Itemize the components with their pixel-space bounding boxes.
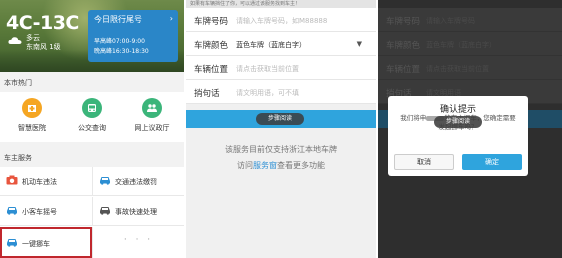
car-icon <box>7 239 17 247</box>
car-icon <box>100 177 110 185</box>
screenshot-collage: 4C-13C 多云 东南风 1级 今日限行尾号 › 早高峰07:00-9:00 … <box>0 0 562 258</box>
service-move-car[interactable]: 一键挪车 <box>0 227 92 258</box>
field-label: 车牌颜色 <box>386 41 421 51</box>
caret-down-icon: ▼ <box>356 40 362 48</box>
plate-limit-evening: 晚高峰16:30-18:30 <box>94 48 149 55</box>
owner-services-grid: 机动车违法 交通违法缴罚 小客车摇号 事故快速处理 一键挪车 · · · <box>0 167 184 258</box>
service-label: 交通违法缴罚 <box>115 178 157 186</box>
plate-limit-card[interactable]: 今日限行尾号 › 早高峰07:00-9:00 晚高峰16:30-18:30 <box>88 10 178 62</box>
dimmed-row: 车牌颜色 蓝色车牌（蓝底白字） <box>378 32 562 56</box>
service-car-lottery[interactable]: 小客车摇号 <box>0 197 92 226</box>
people-icon <box>142 98 162 118</box>
field-label: 车牌颜色 <box>194 41 229 51</box>
service-label: 小客车摇号 <box>22 208 57 216</box>
location-row[interactable]: 车辆位置 请点击获取当前位置 <box>186 56 376 80</box>
camera-icon <box>6 175 18 185</box>
move-car-form-screen: 如果有车辆挡住了你，可以通过该服务找到车主！ 车牌号码 请输入车牌号码，如M88… <box>186 0 376 258</box>
confirm-dialog-screen: 车牌号码 请输入车牌号码 车牌颜色 蓝色车牌（蓝底白字） 车辆位置 请点击获取当… <box>378 0 562 258</box>
move-car-form: 车牌号码 请输入车牌号码，如M88888 车牌颜色 蓝色车牌（蓝底白字） ▼ 车… <box>186 8 376 104</box>
field-label: 车辆位置 <box>194 65 229 75</box>
service-label: 一键挪车 <box>22 240 50 248</box>
plate-number-row[interactable]: 车牌号码 请输入车牌号码，如M88888 <box>186 8 376 32</box>
service-accident[interactable]: 事故快速处理 <box>92 197 184 226</box>
weather-condition: 多云 <box>26 34 40 42</box>
service-pay-fine[interactable]: 交通违法缴罚 <box>92 167 184 196</box>
cloud-icon <box>8 37 22 44</box>
weather-detail: 东南风 1级 <box>26 43 61 51</box>
dimmed-form: 车牌号码 请输入车牌号码 车牌颜色 蓝色车牌（蓝底白字） 车辆位置 请点击获取当… <box>378 8 562 104</box>
step-read-toast: 步骤阅读 <box>434 116 482 128</box>
visit-suffix: 查看更多功能 <box>277 161 325 170</box>
dimmed-row: 车辆位置 请点击获取当前位置 <box>378 56 562 80</box>
plate-color-row[interactable]: 车牌颜色 蓝色车牌（蓝底白字） ▼ <box>186 32 376 56</box>
hot-item-label: 智慧医院 <box>18 124 46 132</box>
dimmed-row: 车牌号码 请输入车牌号码 <box>378 8 562 32</box>
cancel-button[interactable]: 取消 <box>394 154 454 170</box>
chevron-right-icon: › <box>169 14 173 23</box>
temperature: 4C-13C <box>6 12 79 34</box>
hot-services-row: 智慧医院 公交查询 网上议政厅 <box>0 92 184 142</box>
service-note: 该服务目前仅支持浙江本地车牌 <box>225 145 337 154</box>
message-input[interactable]: 请文明用语，可不填 <box>236 88 299 98</box>
confirm-dialog: 确认提示 我们将申的车主挪车，您确定需要发起挪车吗？ 步骤阅读 取消 确定 <box>388 96 528 176</box>
service-vehicle-violation[interactable]: 机动车违法 <box>0 167 92 196</box>
location-input[interactable]: 请点击获取当前位置 <box>236 64 299 74</box>
service-label: 事故快速处理 <box>115 208 157 216</box>
step-read-toast: 步骤阅读 <box>256 113 304 125</box>
hospital-icon <box>22 98 42 118</box>
submit-button[interactable]: 步骤阅读 <box>186 110 376 128</box>
hot-item-label: 公交查询 <box>78 124 106 132</box>
confirm-button[interactable]: 确定 <box>462 154 522 170</box>
visit-prefix: 访问 <box>237 161 253 170</box>
service-window-link[interactable]: 服务窗 <box>253 161 277 170</box>
field-value: 请点击获取当前位置 <box>426 65 489 73</box>
plate-limit-title: 今日限行尾号 <box>94 15 142 24</box>
service-more[interactable]: · · · <box>92 227 184 258</box>
field-label: 车牌号码 <box>194 17 229 27</box>
field-label: 车牌号码 <box>386 17 421 27</box>
more-icon: · · · <box>123 235 154 245</box>
hot-section-title: 本市热门 <box>4 79 32 87</box>
message-row[interactable]: 捎句话 请文明用语，可不填 <box>186 80 376 104</box>
visit-note: 访问服务窗查看更多功能 <box>186 160 376 171</box>
car-crash-icon <box>100 207 110 215</box>
hot-item-forum[interactable]: 网上议政厅 <box>122 98 182 138</box>
dialog-message-prefix: 我们将申 <box>400 114 427 122</box>
hot-item-label: 网上议政厅 <box>134 124 170 132</box>
car-icon <box>7 207 17 215</box>
field-label: 捎句话 <box>194 89 220 99</box>
plate-limit-morning: 早高峰07:00-9:00 <box>94 38 145 45</box>
service-label: 机动车违法 <box>22 178 57 186</box>
info-banner: 如果有车辆挡住了你，可以通过该服务找到车主！ <box>186 0 376 8</box>
city-services-screen: 4C-13C 多云 东南风 1级 今日限行尾号 › 早高峰07:00-9:00 … <box>0 0 184 258</box>
hot-item-bus[interactable]: 公交查询 <box>62 98 122 138</box>
field-value: 请输入车牌号码 <box>426 17 475 25</box>
hot-item-hospital[interactable]: 智慧医院 <box>2 98 62 138</box>
weather-banner: 4C-13C 多云 东南风 1级 今日限行尾号 › 早高峰07:00-9:00 … <box>0 0 184 72</box>
field-label: 车辆位置 <box>386 65 421 75</box>
field-value: 蓝色车牌（蓝底白字） <box>426 41 496 49</box>
bus-icon <box>82 98 102 118</box>
service-section-title: 车主服务 <box>4 154 32 162</box>
plate-number-input[interactable]: 请输入车牌号码，如M88888 <box>236 16 327 26</box>
plate-color-select[interactable]: 蓝色车牌（蓝底白字） <box>236 40 306 50</box>
